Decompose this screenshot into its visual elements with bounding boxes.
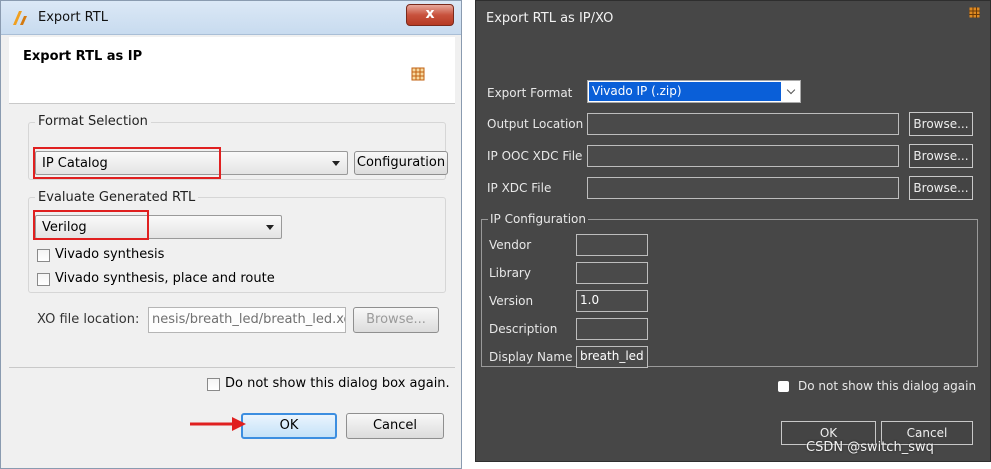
ooc-xdc-browse-button[interactable]: Browse... [909,144,973,168]
footer-divider [9,367,455,368]
vivado-pnr-label: Vivado synthesis, place and route [55,271,275,286]
ip-configuration-group: IP Configuration [481,212,978,367]
export-format-select[interactable]: Vivado IP (.zip) [587,80,801,103]
header-divider [9,103,455,104]
library-field[interactable] [576,262,648,284]
display-name-field[interactable]: breath_led [576,346,648,368]
xo-browse-button[interactable]: Browse... [353,307,439,333]
dialog-header: Export RTL as IP [9,37,455,103]
export-format-label: Export Format [487,86,573,100]
do-not-show-checkbox[interactable]: Do not show this dialog box again. [207,376,457,394]
window-title: Export RTL [38,10,108,25]
display-name-label: Display Name [489,350,573,364]
library-label: Library [489,266,531,280]
ooc-xdc-field[interactable] [587,145,899,167]
export-rtl-dialog: Export RTL x Export RTL as IP Format Sel… [0,0,462,469]
xdc-field[interactable] [587,177,899,199]
description-label: Description [489,322,558,336]
red-arrow-icon [190,417,246,431]
chevron-down-icon [266,225,274,230]
output-browse-button[interactable]: Browse... [909,112,973,136]
ip-grid-icon [969,7,980,18]
window-title: Export RTL as IP/XO [486,11,614,26]
watermark: CSDN @switch_swq [806,440,934,455]
evaluate-rtl-label: Evaluate Generated RTL [35,190,199,205]
do-not-show-label: Do not show this dialog again [798,379,977,393]
xo-location-field[interactable]: nesis/breath_led/breath_led.xo [148,307,346,333]
chevron-down-icon [332,161,340,166]
version-field[interactable]: 1.0 [576,290,648,312]
checkbox-icon [207,378,220,391]
ip-configuration-legend: IP Configuration [488,212,588,226]
configuration-button[interactable]: Configuration [354,151,448,175]
vivado-synthesis-checkbox[interactable]: Vivado synthesis [37,247,237,265]
checkbox-icon [37,249,50,262]
vendor-field[interactable] [576,234,648,256]
dialog-heading: Export RTL as IP [23,49,143,64]
xo-location-label: XO file location: [37,312,140,327]
vivado-synthesis-label: Vivado synthesis [55,247,165,262]
xdc-browse-button[interactable]: Browse... [909,176,973,200]
ip-grid-icon [411,67,425,81]
description-field[interactable] [576,318,648,340]
xdc-label: IP XDC File [487,181,552,195]
checkbox-icon [37,273,50,286]
version-label: Version [489,294,534,308]
export-format-value: Vivado IP (.zip) [589,82,781,101]
vitis-hls-logo-icon [13,11,27,25]
highlight-box [33,210,149,240]
do-not-show-checkbox[interactable] [778,381,789,392]
output-location-field[interactable] [587,113,899,135]
title-bar: Export RTL x [1,1,461,35]
do-not-show-label: Do not show this dialog box again. [225,376,450,391]
highlight-box [33,147,221,179]
format-selection-label: Format Selection [35,114,151,129]
vivado-pnr-checkbox[interactable]: Vivado synthesis, place and route [37,271,297,289]
cancel-button[interactable]: Cancel [346,413,444,439]
export-rtl-ip-xo-dialog: Export RTL as IP/XO Export Format Vivado… [475,0,991,462]
chevron-down-icon [786,85,796,95]
close-button[interactable]: x [406,4,454,26]
ok-button[interactable]: OK [241,413,337,439]
output-location-label: Output Location [487,117,584,131]
vendor-label: Vendor [489,238,532,252]
ooc-xdc-label: IP OOC XDC File [487,149,583,163]
